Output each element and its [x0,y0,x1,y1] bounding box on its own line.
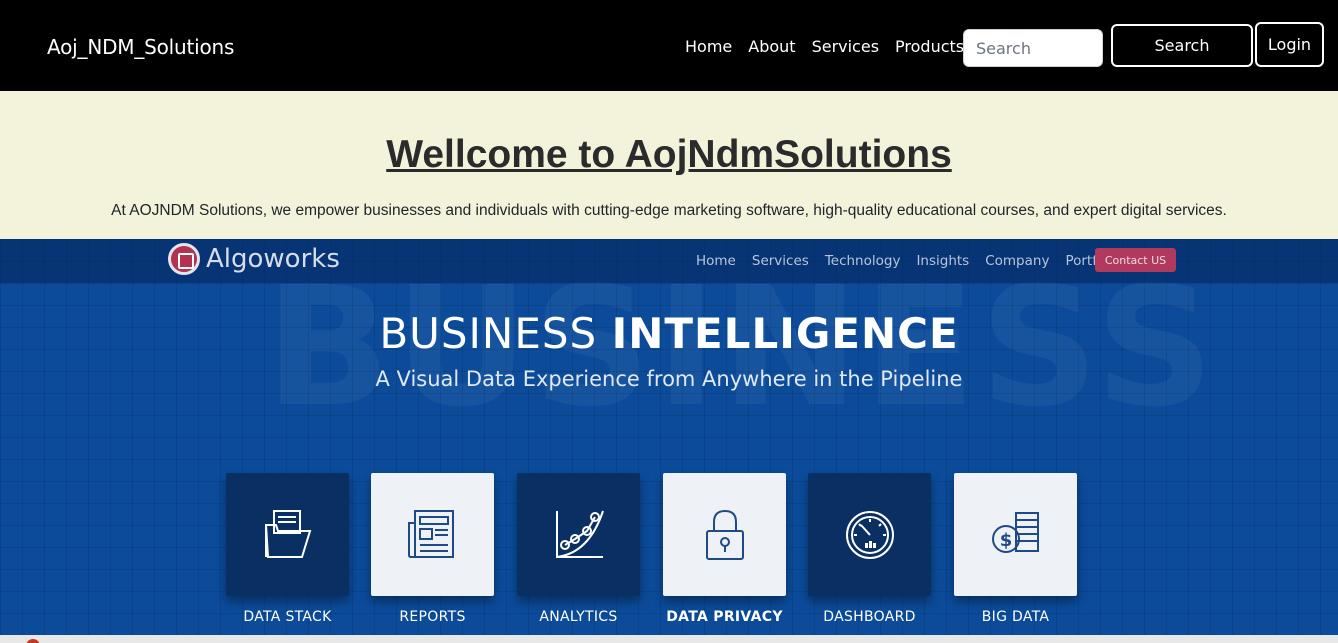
banner-title: BUSINESS INTELLIGENCE [0,309,1338,358]
tile-label-analytics: ANALYTICS [539,609,618,625]
tile-dashboard [808,473,931,596]
nav-link-about[interactable]: About [740,37,803,56]
tile-big-data: $ [954,473,1077,596]
nav-link-services[interactable]: Services [804,37,887,56]
padlock-icon [705,509,744,560]
tile-label-data-stack: DATA STACK [243,609,332,625]
banner-nav-home: Home [696,253,736,269]
banner-nav-services: Services [751,253,809,269]
tile-label-big-data: BIG DATA [981,609,1050,625]
tile-analytics [517,473,640,596]
banner-subtitle: A Visual Data Experience from Anywhere i… [375,367,963,391]
nav-link-home[interactable]: Home [677,37,740,56]
svg-text:$: $ [999,530,1012,551]
tile-label-data-privacy: DATA PRIVACY [666,609,783,625]
coin-database-icon: $ [991,511,1039,553]
business-intelligence-banner: BUSINESS Algoworks Home Services Technol… [0,239,1338,635]
banner-nav-insights: Insights [916,253,970,269]
search-input[interactable] [963,29,1103,67]
gauge-icon [845,510,894,559]
algoworks-logo-text: Algoworks [206,244,340,274]
hero-section: Wellcome to AojNdmSolutions At AOJNDM So… [0,91,1338,239]
banner-title-light: BUSINESS [379,309,612,358]
folder-documents-icon [264,509,311,558]
login-button[interactable]: Login [1255,22,1324,67]
banner-title-bold: INTELLIGENCE [611,309,959,358]
brand-logo-text[interactable]: Aoj_NDM_Solutions [47,35,234,59]
hero-subtitle: At AOJNDM Solutions, we empower business… [111,202,1227,219]
tile-data-stack [226,473,349,596]
newspaper-report-icon [407,509,454,558]
banner-nav: Home Services Technology Insights Compan… [696,253,1121,269]
banner-nav-company: Company [985,253,1050,269]
tile-reports [371,473,494,596]
page-title: Wellcome to AojNdmSolutions [386,133,952,176]
top-navbar: Aoj_NDM_Solutions Home About Services Pr… [0,0,1338,91]
algoworks-logo-icon [168,243,200,275]
tile-label-dashboard: DASHBOARD [823,609,916,625]
banner-nav-technology: Technology [824,253,901,269]
bottom-browser-strip [0,635,1338,643]
tile-label-reports: REPORTS [399,609,466,625]
line-graph-icon [555,510,604,558]
tile-data-privacy [663,473,786,596]
products-label: Products [895,37,965,56]
nav-links: Home About Services Products [677,37,986,56]
contact-us-button: Contact US [1095,248,1176,272]
search-button[interactable]: Search [1111,24,1253,67]
